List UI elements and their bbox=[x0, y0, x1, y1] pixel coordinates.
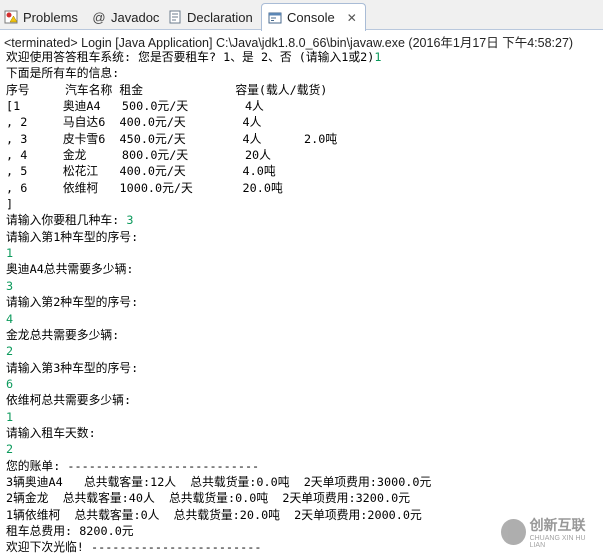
console-line: , 2 马自达6 400.0元/天 4人 bbox=[6, 115, 262, 130]
user-input: 2 bbox=[6, 344, 14, 359]
console-line: , 4 金龙 800.0元/天 20人 bbox=[6, 148, 271, 163]
watermark-en: CHUANG XIN HU LIAN bbox=[529, 535, 586, 549]
console-line: 请输入你要租几种车: 3 bbox=[6, 213, 134, 228]
user-input: 1 bbox=[374, 50, 382, 64]
tab-declaration-label: Declaration bbox=[187, 9, 253, 25]
user-input: 4 bbox=[6, 311, 14, 326]
tab-problems[interactable]: Problems bbox=[4, 4, 78, 30]
tab-problems-label: Problems bbox=[23, 9, 78, 25]
tab-console[interactable]: Console ✕ bbox=[261, 3, 366, 31]
console-line: 下面是所有车的信息: bbox=[6, 66, 120, 81]
console-line: 请输入第3种车型的序号: bbox=[6, 360, 139, 375]
console-line: 请输入第1种车型的序号: bbox=[6, 229, 139, 244]
problems-icon bbox=[4, 10, 18, 24]
declaration-icon bbox=[168, 10, 182, 24]
console-line: 依维柯总共需要多少辆: bbox=[6, 393, 132, 408]
user-input: 3 bbox=[6, 278, 14, 293]
close-icon[interactable]: ✕ bbox=[347, 11, 357, 25]
console-line: ] bbox=[6, 197, 14, 212]
user-input: 1 bbox=[6, 246, 14, 261]
watermark-logo: 创新互联 CHUANG XIN HU LIAN bbox=[501, 515, 599, 549]
console-line: 3辆奥迪A4 总共载客量:12人 总共载货量:0.0吨 2天单项费用:3000.… bbox=[6, 474, 432, 489]
watermark-cn: 创新互联 bbox=[529, 517, 586, 533]
console-line: 金龙总共需要多少辆: bbox=[6, 327, 120, 342]
tab-javadoc[interactable]: @ Javadoc bbox=[92, 4, 159, 30]
console-line: , 6 依维柯 1000.0元/天 20.0吨 bbox=[6, 180, 283, 195]
tab-console-label: Console bbox=[287, 10, 335, 25]
console-line: 您的账单: --------------------------- bbox=[6, 458, 260, 473]
console-line: 请输入租车天数: bbox=[6, 425, 96, 440]
console-line: [1 奥迪A4 500.0元/天 4人 bbox=[6, 99, 264, 114]
user-input: 2 bbox=[6, 442, 14, 457]
console-output[interactable]: 欢迎使用答答租车系统: 您是否要租车? 1、是 2、否 (请输入1或2)1 下面… bbox=[6, 49, 596, 556]
brand-logo-icon bbox=[501, 519, 526, 545]
console-line: 序号 汽车名称 租金 容量(载人/载货) bbox=[6, 82, 328, 97]
tab-declaration[interactable]: Declaration bbox=[168, 4, 253, 30]
console-line: 欢迎使用答答租车系统: 您是否要租车? 1、是 2、否 (请输入1或2)1 bbox=[6, 50, 382, 64]
console-line: 奥迪A4总共需要多少辆: bbox=[6, 262, 134, 277]
view-tab-bar: Problems @ Javadoc Declaration Console ✕ bbox=[0, 0, 603, 31]
console-icon bbox=[268, 11, 282, 25]
user-input: 6 bbox=[6, 376, 14, 391]
user-input: 1 bbox=[6, 409, 14, 424]
at-sign-icon: @ bbox=[92, 9, 106, 25]
console-line: , 5 松花江 400.0元/天 4.0吨 bbox=[6, 164, 276, 179]
console-line: 请输入第2种车型的序号: bbox=[6, 295, 139, 310]
console-line: , 3 皮卡雪6 450.0元/天 4人 2.0吨 bbox=[6, 131, 338, 146]
tab-javadoc-label: Javadoc bbox=[111, 9, 160, 25]
user-input: 3 bbox=[126, 213, 134, 228]
console-line: 2辆金龙 总共载客量:40人 总共载货量:0.0吨 2天单项费用:3200.0元 bbox=[6, 491, 410, 506]
